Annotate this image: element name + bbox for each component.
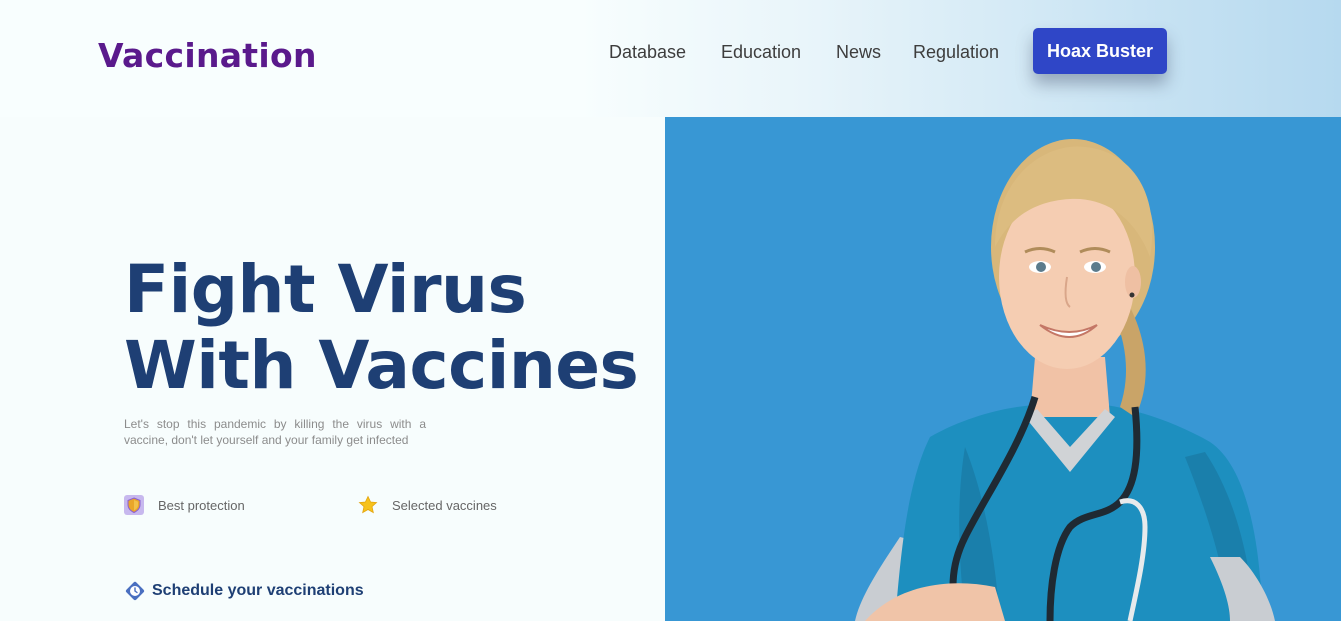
feature-label: Best protection	[158, 497, 245, 513]
nav-item-news[interactable]: News	[836, 42, 881, 63]
feature-label: Selected vaccines	[392, 497, 497, 513]
hero-headline-line-1: Fight Virus	[124, 251, 527, 328]
brand-logo-text[interactable]: Vaccination	[98, 36, 317, 75]
star-icon	[358, 495, 378, 514]
clock-icon	[125, 581, 145, 601]
hoax-buster-button[interactable]: Hoax Buster	[1033, 28, 1167, 74]
nurse-illustration	[855, 139, 1275, 621]
feature-best-protection: Best protection	[124, 495, 245, 515]
shield-icon	[124, 495, 144, 515]
nav-item-regulation[interactable]: Regulation	[913, 42, 999, 63]
nav-item-education[interactable]: Education	[721, 42, 801, 63]
hero-image-panel	[665, 117, 1341, 621]
schedule-vaccinations-link[interactable]: Schedule your vaccinations	[124, 580, 364, 602]
feature-selected-vaccines: Selected vaccines	[358, 495, 497, 515]
schedule-link-label: Schedule your vaccinations	[152, 582, 364, 599]
hero-subtext: Let's stop this pandemic by killing the …	[124, 417, 426, 447]
hero-headline-line-2: With Vaccines	[124, 327, 639, 404]
page: Vaccination Database Education News Regu…	[0, 0, 1341, 621]
nav-item-database[interactable]: Database	[609, 42, 686, 63]
hero-headline: Fight Virus With Vaccines	[124, 251, 639, 404]
